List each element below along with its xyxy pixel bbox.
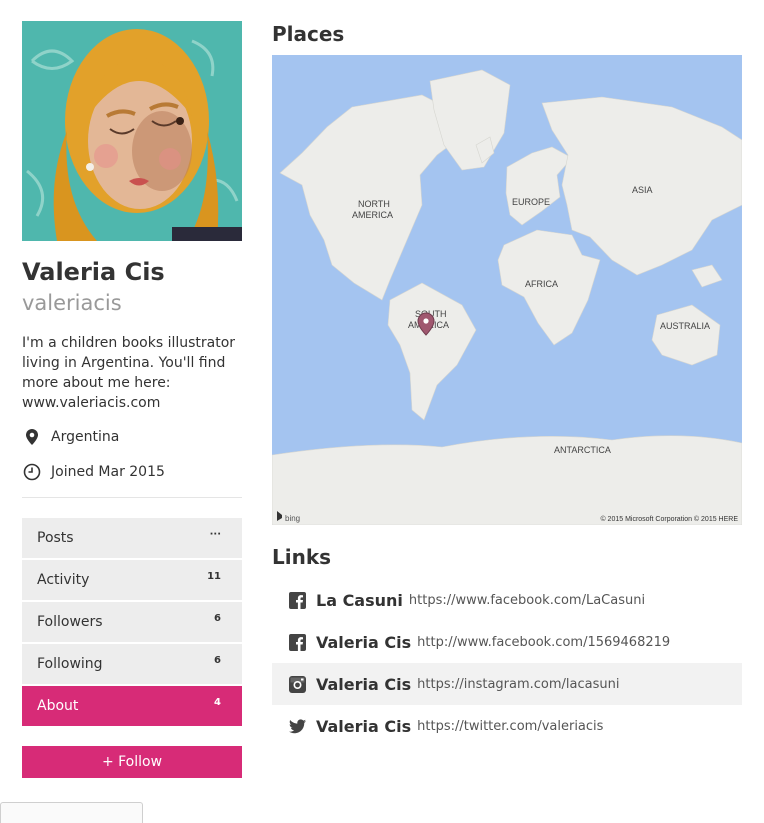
location-row: Argentina bbox=[22, 427, 242, 447]
joined-text: Joined Mar 2015 bbox=[51, 464, 165, 480]
nav-item-count: 4 bbox=[214, 697, 221, 708]
link-name: Valeria Cis bbox=[316, 632, 412, 652]
map-copyright: © 2015 Microsoft Corporation © 2015 HERE bbox=[600, 515, 738, 523]
nav-item-posts[interactable]: Posts ··· bbox=[22, 518, 242, 558]
nav-item-label: Followers bbox=[37, 614, 103, 630]
map-label-north-america: NORTH bbox=[358, 199, 390, 209]
profile-nav: Posts ··· Activity 11 Followers 6 Follow… bbox=[22, 518, 242, 726]
nav-item-activity[interactable]: Activity 11 bbox=[22, 560, 242, 600]
map-label-north-america: AMERICA bbox=[352, 210, 393, 220]
profile-name: Valeria Cis bbox=[22, 258, 165, 286]
nav-item-about[interactable]: About 4 bbox=[22, 686, 242, 726]
link-item[interactable]: La Casuni https://www.facebook.com/LaCas… bbox=[272, 579, 742, 621]
link-name: Valeria Cis bbox=[316, 674, 412, 694]
profile-bio: I'm a children books illustrator living … bbox=[22, 335, 236, 411]
map-label-antarctica: ANTARCTICA bbox=[554, 445, 611, 455]
link-item[interactable]: Valeria Cis https://twitter.com/valeriac… bbox=[272, 705, 742, 747]
link-item[interactable]: Valeria Cis http://www.facebook.com/1569… bbox=[272, 621, 742, 663]
links-heading: Links bbox=[272, 545, 332, 569]
link-item[interactable]: Valeria Cis https://instagram.com/lacasu… bbox=[272, 663, 742, 705]
facebook-icon bbox=[288, 591, 306, 609]
profile-meta: Argentina Joined Mar 2015 bbox=[22, 427, 242, 482]
links-list: La Casuni https://www.facebook.com/LaCas… bbox=[272, 579, 742, 747]
link-url[interactable]: https://instagram.com/lacasuni bbox=[417, 677, 619, 692]
instagram-icon bbox=[288, 675, 306, 693]
nav-item-followers[interactable]: Followers 6 bbox=[22, 602, 242, 642]
divider bbox=[22, 497, 242, 498]
nav-item-count: ··· bbox=[209, 529, 221, 540]
joined-row: Joined Mar 2015 bbox=[22, 462, 242, 482]
main-content: Places NORTH AMERICA EUROPE ASIA AFRICA … bbox=[272, 21, 742, 747]
location-pin-icon bbox=[22, 427, 42, 447]
world-map[interactable]: NORTH AMERICA EUROPE ASIA AFRICA SOUTH A… bbox=[272, 55, 742, 525]
bottom-panel-tab[interactable] bbox=[0, 802, 143, 823]
nav-item-following[interactable]: Following 6 bbox=[22, 644, 242, 684]
link-url[interactable]: http://www.facebook.com/1569468219 bbox=[417, 635, 670, 650]
link-url[interactable]: https://www.facebook.com/LaCasuni bbox=[409, 593, 645, 608]
avatar bbox=[22, 21, 242, 241]
link-url[interactable]: https://twitter.com/valeriacis bbox=[417, 719, 603, 734]
twitter-icon bbox=[288, 717, 306, 735]
nav-item-count: 6 bbox=[214, 655, 221, 666]
nav-item-count: 11 bbox=[207, 571, 221, 582]
nav-item-label: Following bbox=[37, 656, 103, 672]
facebook-icon bbox=[288, 633, 306, 651]
map-label-africa: AFRICA bbox=[525, 279, 558, 289]
bing-label: bing bbox=[285, 514, 300, 523]
link-name: La Casuni bbox=[316, 590, 403, 610]
clock-icon bbox=[22, 462, 42, 482]
map-label-australia: AUSTRALIA bbox=[660, 321, 710, 331]
places-heading: Places bbox=[272, 22, 345, 46]
follow-button[interactable]: + Follow bbox=[22, 746, 242, 778]
nav-item-count: 6 bbox=[214, 613, 221, 624]
nav-item-label: About bbox=[37, 698, 79, 714]
link-name: Valeria Cis bbox=[316, 716, 412, 736]
profile-sidebar: Valeria Cis valeriacis I'm a children bo… bbox=[22, 21, 242, 778]
map-label-asia: ASIA bbox=[632, 185, 653, 195]
map-label-europe: EUROPE bbox=[512, 197, 550, 207]
nav-item-label: Posts bbox=[37, 530, 74, 546]
location-text: Argentina bbox=[51, 429, 120, 445]
profile-username: valeriacis bbox=[22, 291, 122, 315]
nav-item-label: Activity bbox=[37, 572, 90, 588]
